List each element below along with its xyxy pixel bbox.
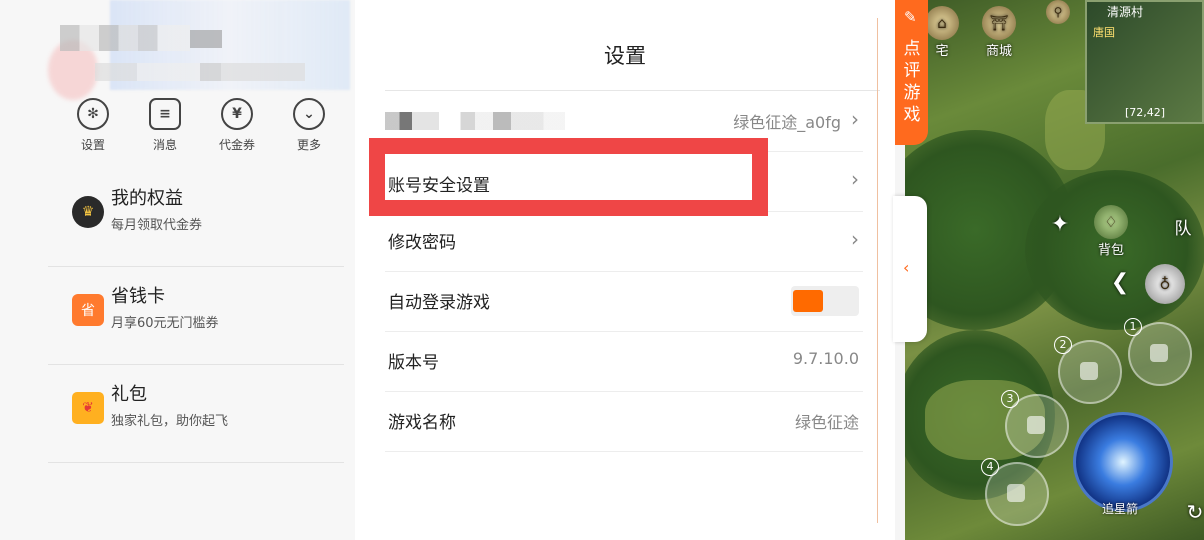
skill-slot-number: 1 bbox=[1124, 318, 1142, 336]
pencil-icon: ✎ bbox=[904, 8, 917, 26]
row-label: 自动登录游戏 bbox=[388, 293, 490, 313]
quick-action-more[interactable]: ⌄ 更多 bbox=[279, 98, 339, 153]
row-label: 游戏名称 bbox=[388, 413, 456, 433]
gift-icon: ❦ bbox=[72, 392, 104, 424]
review-game-tab[interactable]: ✎ 点评游戏 bbox=[895, 0, 928, 145]
account-row[interactable]: 绿色征途_a0fg › bbox=[385, 91, 863, 152]
row-game-name: 游戏名称 绿色征途 bbox=[385, 391, 863, 452]
skill-slot-4[interactable]: 4 bbox=[981, 458, 1049, 526]
lock-icon bbox=[1080, 362, 1098, 380]
menu-item-benefits[interactable]: ♛ 我的权益 每月领取代金券 bbox=[48, 170, 344, 267]
skill-slot-number: 3 bbox=[1001, 390, 1019, 408]
gourd-button[interactable]: ♁ bbox=[1140, 264, 1190, 304]
row-change-password[interactable]: 修改密码 › bbox=[385, 211, 863, 272]
chevron-down-icon: ⌄ bbox=[293, 98, 325, 130]
sparkle-icon: ✦ bbox=[1050, 212, 1070, 237]
arrow-left-icon: ❮ bbox=[1110, 270, 1130, 295]
skill-slot-number: 4 bbox=[981, 458, 999, 476]
bag-button[interactable]: ♢ 背包 bbox=[1086, 205, 1136, 258]
minimap-area: 唐国 bbox=[1093, 26, 1115, 39]
quick-action-label: 设置 bbox=[80, 138, 105, 152]
minimap-location: 清源村 bbox=[1107, 5, 1144, 19]
crown-icon: ♛ bbox=[72, 196, 104, 228]
house-icon: ⌂ bbox=[925, 6, 959, 40]
skill-slot-3[interactable]: 3 bbox=[1001, 390, 1069, 458]
version-value: 9.7.10.0 bbox=[792, 349, 859, 368]
chevron-right-icon: › bbox=[851, 227, 859, 251]
hook-button[interactable]: ⚲ bbox=[1033, 0, 1083, 24]
switch-button[interactable]: ↻ bbox=[1170, 500, 1204, 524]
quick-action-coupons[interactable]: ¥ 代金券 bbox=[207, 98, 267, 153]
highlighted-row-label: 账号安全设置 bbox=[388, 176, 490, 196]
lock-icon bbox=[1150, 344, 1168, 362]
shop-icon: ⛩ bbox=[982, 6, 1016, 40]
user-id-mosaic bbox=[95, 63, 305, 81]
refresh-icon: ↻ bbox=[1186, 500, 1204, 524]
quick-action-label: 代金券 bbox=[218, 138, 255, 152]
auto-login-toggle[interactable] bbox=[791, 286, 859, 316]
menu-item-savings-card[interactable]: 省 省钱卡 月享60元无门槛券 bbox=[48, 268, 344, 365]
menu-item-subtitle: 月享60元无门槛券 bbox=[111, 316, 219, 331]
message-icon: ≡ bbox=[149, 98, 181, 130]
quick-action-label: 更多 bbox=[296, 138, 321, 152]
page-title: 设置 bbox=[604, 44, 646, 68]
row-version: 版本号 9.7.10.0 bbox=[385, 331, 863, 392]
collapse-panel-button[interactable]: ‹ bbox=[893, 196, 927, 342]
hook-icon: ⚲ bbox=[1046, 0, 1070, 24]
game-name-value: 绿色征途 bbox=[794, 413, 859, 432]
team-button[interactable]: 队 bbox=[1158, 214, 1204, 239]
chevron-right-icon: › bbox=[851, 107, 859, 131]
menu-item-title: 礼包 bbox=[111, 384, 147, 405]
username-mosaic-part bbox=[190, 30, 222, 48]
chevron-left-icon: ‹ bbox=[903, 258, 910, 277]
sparkle-button[interactable]: ✦ bbox=[1035, 212, 1085, 237]
game-button-label: 商城 bbox=[985, 44, 1012, 59]
toggle-knob bbox=[793, 290, 823, 312]
back-arrow-button[interactable]: ❮ bbox=[1095, 270, 1145, 295]
team-label: 队 bbox=[1174, 219, 1192, 239]
gourd-icon: ♁ bbox=[1145, 264, 1185, 304]
row-auto-login: 自动登录游戏 bbox=[385, 271, 863, 332]
review-tab-label: 点评游戏 bbox=[903, 39, 921, 125]
coupon-icon: ¥ bbox=[221, 98, 253, 130]
game-button-label: 背包 bbox=[1097, 243, 1124, 258]
menu-item-title: 我的权益 bbox=[111, 188, 183, 209]
minimap[interactable]: 清源村 唐国 [72,42] bbox=[1085, 0, 1204, 124]
quick-action-label: 消息 bbox=[152, 138, 177, 152]
menu-item-title: 省钱卡 bbox=[111, 286, 165, 307]
skill-slot-number: 2 bbox=[1054, 336, 1072, 354]
account-id-mosaic bbox=[385, 112, 565, 130]
shop-button[interactable]: ⛩ 商城 bbox=[974, 6, 1024, 59]
minimap-coords: [72,42] bbox=[1125, 106, 1166, 119]
settings-panel: 设置 绿色征途_a0fg › 账号安全设置 › 修改密码 › 自动登录游戏 版本… bbox=[355, 0, 895, 540]
panel-border bbox=[877, 18, 878, 523]
skill-slot-1[interactable]: 1 bbox=[1124, 318, 1192, 386]
bag-icon: ♢ bbox=[1094, 205, 1128, 239]
row-label: 修改密码 bbox=[388, 233, 456, 253]
menu-item-gift[interactable]: ❦ 礼包 独家礼包，助你起飞 bbox=[48, 366, 344, 463]
quick-action-messages[interactable]: ≡ 消息 bbox=[135, 98, 195, 153]
left-panel: ✻ 设置 ≡ 消息 ¥ 代金券 ⌄ 更多 ♛ 我的权益 每月领取代金券 省 省钱… bbox=[0, 0, 355, 540]
quick-action-settings[interactable]: ✻ 设置 bbox=[63, 98, 123, 153]
savings-card-icon: 省 bbox=[72, 294, 104, 326]
lock-icon bbox=[1007, 484, 1025, 502]
username-mosaic bbox=[60, 25, 190, 51]
row-label: 版本号 bbox=[388, 353, 439, 373]
menu-item-subtitle: 每月领取代金券 bbox=[111, 218, 203, 233]
main-skill-button[interactable]: 追星箭 bbox=[1073, 412, 1173, 516]
chevron-right-icon: › bbox=[851, 167, 859, 191]
skill-slot-2[interactable]: 2 bbox=[1054, 336, 1122, 404]
account-value: 绿色征途_a0fg bbox=[733, 113, 841, 132]
main-skill-label: 追星箭 bbox=[1102, 502, 1139, 516]
lock-icon bbox=[1027, 416, 1045, 434]
gear-icon: ✻ bbox=[77, 98, 109, 130]
menu-item-subtitle: 独家礼包，助你起飞 bbox=[111, 414, 229, 429]
